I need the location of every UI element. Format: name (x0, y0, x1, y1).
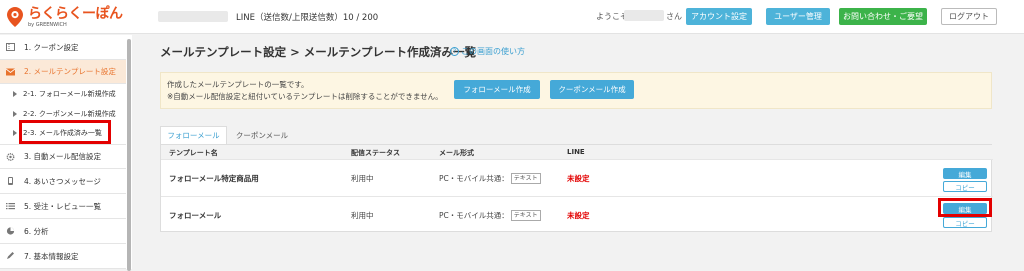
template-name: フォローメール (169, 211, 222, 220)
sidebar-item-label: 2. メールテンプレート設定 (24, 67, 116, 76)
copy-button[interactable]: コピー (943, 217, 987, 228)
sidebar-item-orders[interactable]: 5. 受注・レビュー一覧 (0, 194, 126, 219)
sidebar-subitem-label: 2-1. フォローメール新規作成 (23, 90, 116, 98)
sidebar-item-label: 4. あいさつメッセージ (24, 176, 101, 186)
help-icon: ? (450, 47, 459, 56)
sidebar: 1. クーポン設定 2. メールテンプレート設定 2-1. フォローメール新規作… (0, 35, 126, 269)
user-name-redacted (624, 10, 664, 21)
format-tag: テキスト (510, 210, 541, 221)
logo[interactable]: らくらくーぽん by GREENWICH (6, 4, 123, 30)
tab-coupon-mail[interactable]: クーポンメール (227, 126, 297, 144)
main-content: メールテンプレート設定 > メールテンプレート作成済み一覧 ? この画面の使い方… (132, 35, 1024, 269)
highlight-box (938, 198, 992, 217)
column-header: 配信ステータス (351, 149, 400, 157)
mail-icon (6, 68, 15, 75)
logo-subtext: by GREENWICH (28, 21, 67, 28)
create-coupon-mail-button[interactable]: クーポンメール作成 (550, 80, 634, 99)
format-tag: テキスト (510, 173, 541, 184)
sidebar-item-label: 3. 自動メール配信設定 (24, 152, 102, 161)
caret-right-icon (13, 91, 17, 97)
sidebar-item-analytics[interactable]: 6. 分析 (0, 219, 126, 244)
logout-button[interactable]: ログアウト (941, 8, 997, 25)
copy-button[interactable]: コピー (943, 181, 987, 192)
notice-warning: ※自動メール配信設定と紐付いているテンプレートは削除することができません。 (167, 92, 443, 101)
sidebar-item-label: 7. 基本情報設定 (24, 251, 79, 261)
list-icon (6, 203, 15, 210)
table-row: フォローメール 利用中 PC・モバイル共通： テキスト 未設定 編集 コピー (161, 196, 993, 233)
notice-text: 作成したメールテンプレートの一覧です。 (167, 80, 309, 89)
account-name-redacted (158, 11, 228, 22)
logo-text: らくらくーぽん (28, 5, 123, 22)
sidebar-item-label: 5. 受注・レビュー一覧 (24, 201, 102, 211)
mail-format: PC・モバイル共通： テキスト (439, 173, 541, 184)
table-row: フォローメール特定商品用 利用中 PC・モバイル共通： テキスト 未設定 編集 コ… (161, 159, 993, 196)
highlight-box (19, 120, 111, 144)
coupon-icon (6, 43, 15, 51)
column-header: メール形式 (439, 149, 474, 157)
line-usage-counter: LINE（送信数/上限送信数）10 / 200 (236, 13, 379, 23)
create-follow-mail-button[interactable]: フォローメール作成 (454, 80, 540, 99)
gear-icon (6, 152, 15, 161)
page-title: メールテンプレート設定 > メールテンプレート作成済み一覧 (160, 45, 476, 59)
help-link[interactable]: ? この画面の使い方 (450, 46, 525, 57)
phone-icon (8, 177, 13, 185)
template-table: テンプレート名 配信ステータス メール形式 LINE フォローメール特定商品用 … (160, 144, 993, 233)
sidebar-subitem-follow-new[interactable]: 2-1. フォローメール新規作成 (0, 84, 126, 104)
sidebar-item-greeting[interactable]: 4. あいさつメッセージ (0, 169, 126, 194)
sidebar-item-auto-mail[interactable]: 3. 自動メール配信設定 (0, 144, 126, 169)
line-status: 未設定 (567, 174, 590, 183)
pie-chart-icon (6, 227, 15, 235)
sidebar-item-basic-info[interactable]: 7. 基本情報設定 (0, 244, 126, 269)
caret-right-icon (13, 110, 17, 117)
sidebar-item-mail-template[interactable]: 2. メールテンプレート設定 (0, 60, 126, 84)
welcome-suffix: さん (666, 12, 682, 21)
notice-box: 作成したメールテンプレートの一覧です。 ※自動メール配信設定と紐付いているテンプ… (160, 72, 992, 109)
pencil-icon (7, 252, 14, 259)
scrollbar-thumb[interactable] (127, 39, 131, 271)
caret-right-icon (13, 130, 17, 136)
edit-button[interactable]: 編集 (943, 168, 987, 179)
user-management-button[interactable]: ユーザー管理 (766, 8, 830, 25)
map-pin-logo-icon (7, 7, 23, 27)
contact-button[interactable]: お問い合わせ・ご要望 (839, 8, 927, 25)
delivery-status: 利用中 (351, 211, 374, 220)
column-header: テンプレート名 (169, 149, 218, 157)
help-link-label: この画面の使い方 (461, 47, 525, 56)
tab-follow-mail[interactable]: フォローメール (160, 126, 227, 144)
sidebar-item-label: 6. 分析 (24, 226, 49, 236)
column-header: LINE (567, 148, 585, 156)
sidebar-item-label: 1. クーポン設定 (24, 42, 79, 52)
mail-format-label: PC・モバイル共通： (439, 174, 509, 183)
line-status: 未設定 (567, 211, 590, 220)
sidebar-subitem-label: 2-2. クーポンメール新規作成 (23, 109, 116, 118)
mail-format: PC・モバイル共通： テキスト (439, 210, 541, 221)
table-header: テンプレート名 配信ステータス メール形式 LINE (161, 145, 993, 159)
mail-format-label: PC・モバイル共通： (439, 211, 509, 220)
header: らくらくーぽん by GREENWICH LINE（送信数/上限送信数）10 /… (0, 0, 1024, 34)
template-name: フォローメール特定商品用 (169, 174, 259, 183)
account-settings-button[interactable]: アカウント設定 (686, 8, 752, 25)
delivery-status: 利用中 (351, 174, 374, 183)
sidebar-item-coupon[interactable]: 1. クーポン設定 (0, 35, 126, 60)
